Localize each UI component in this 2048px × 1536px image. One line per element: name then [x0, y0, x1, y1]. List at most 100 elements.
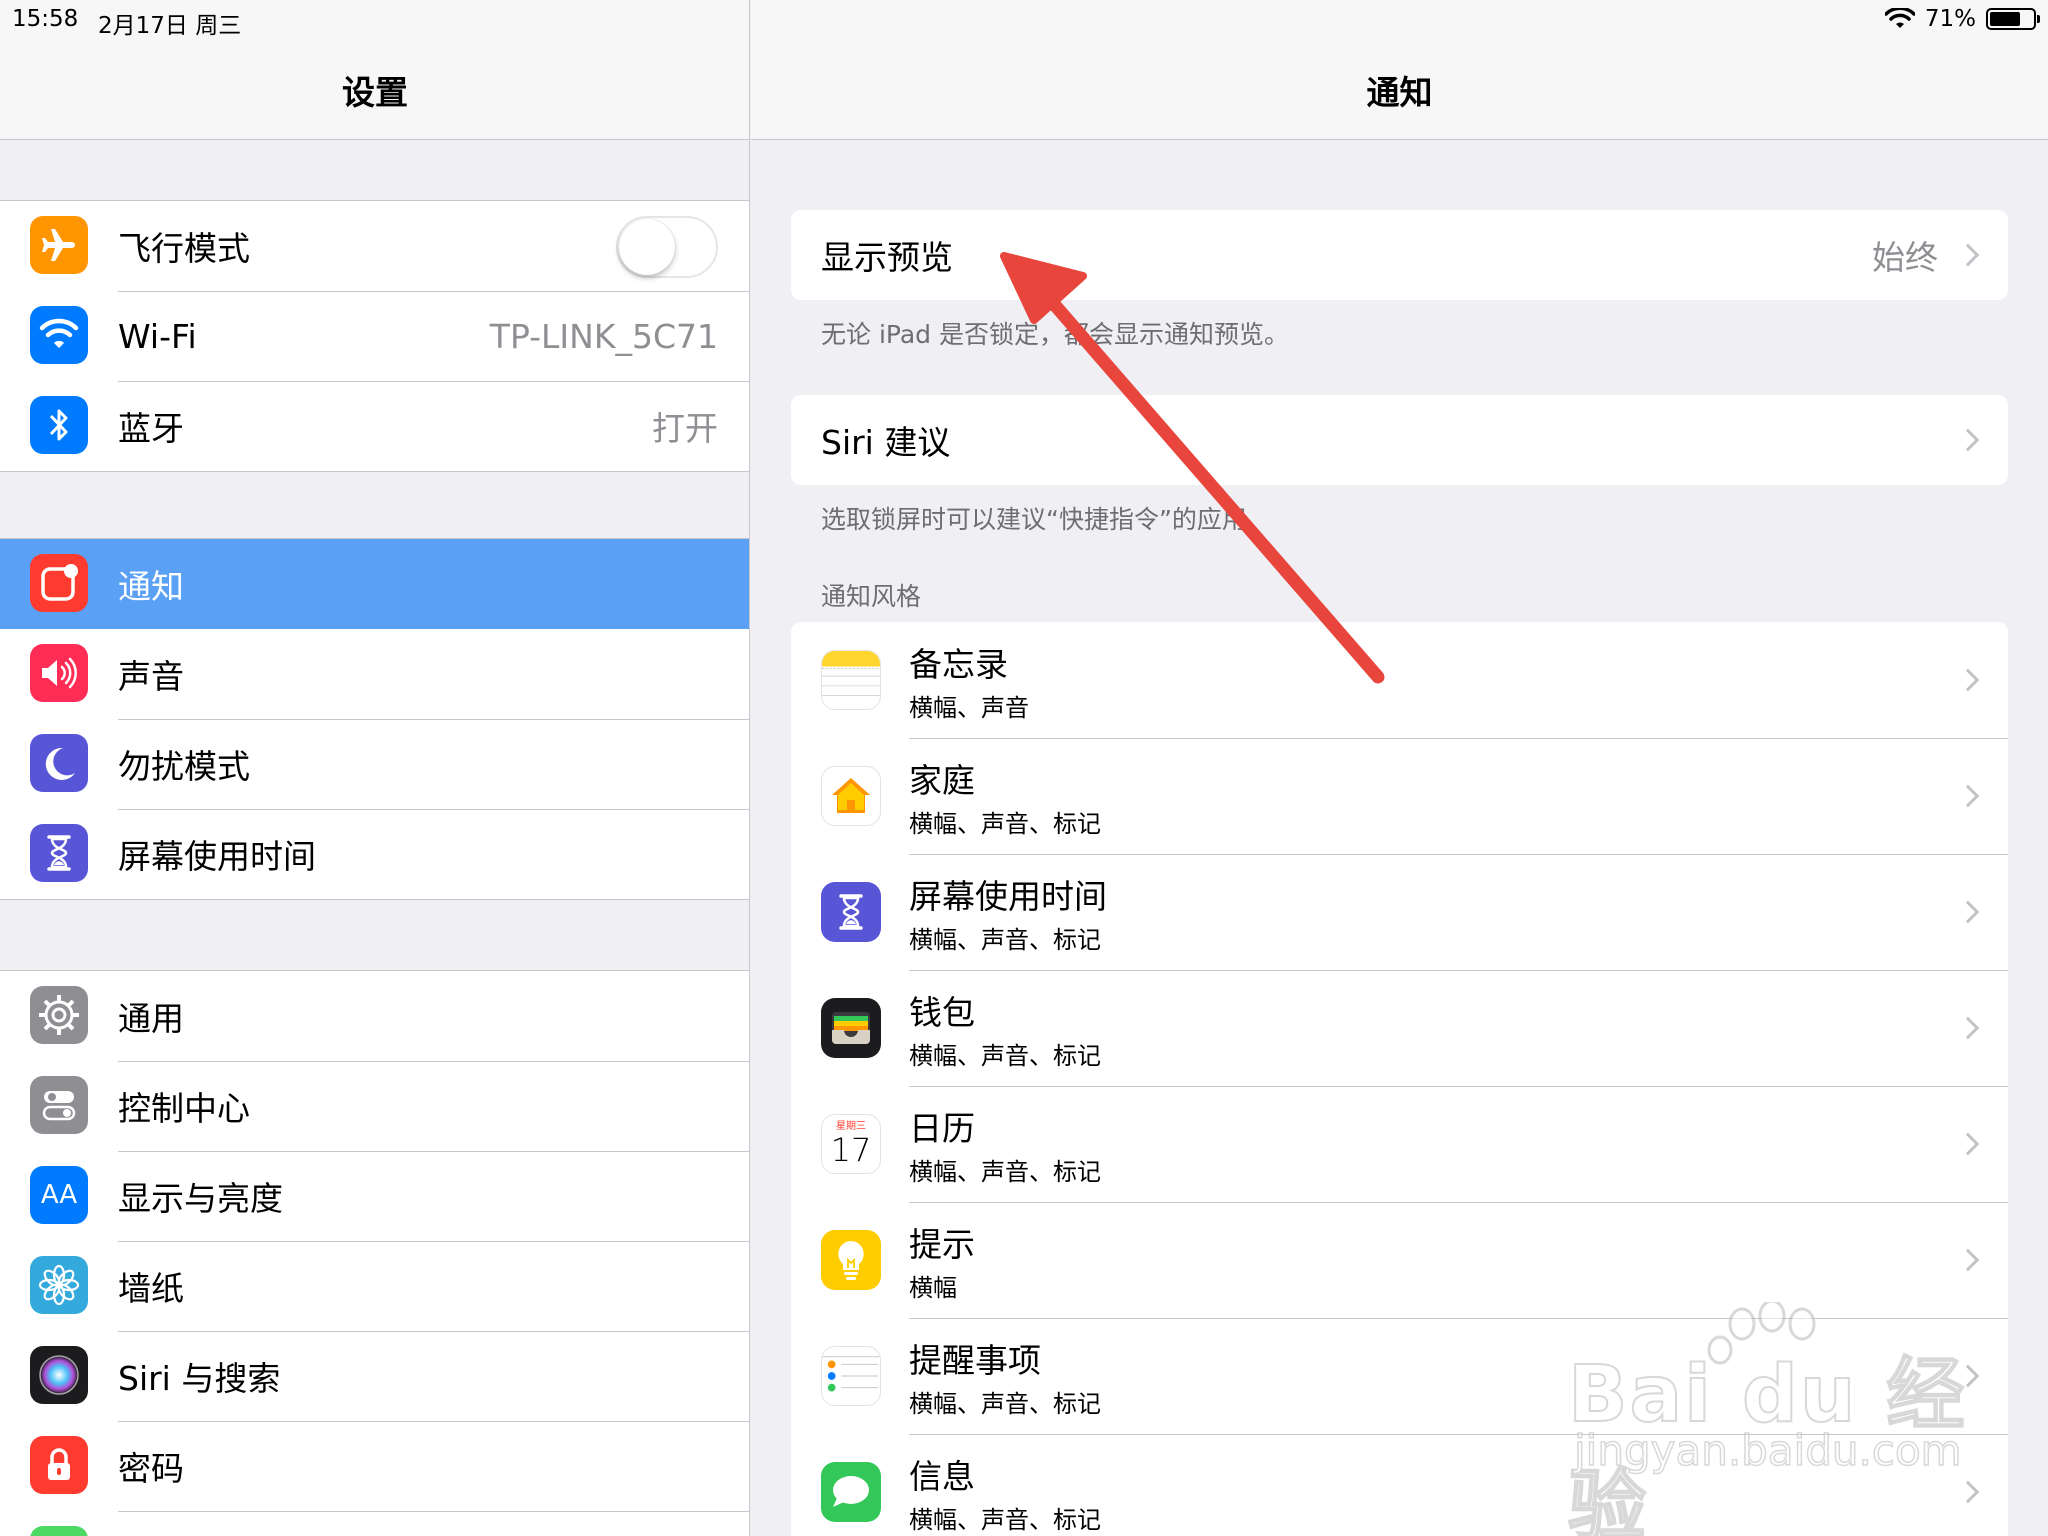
- app-alert-style: 横幅、声音、标记: [909, 926, 1101, 954]
- bluetooth-status: 打开: [652, 409, 718, 448]
- baidu-watermark: Bai du 经验 jingyan.baidu.com: [1560, 1302, 2000, 1536]
- sidebar-item-sounds[interactable]: 声音: [0, 629, 749, 719]
- status-right: 71%: [1884, 6, 2040, 32]
- airplane-icon: [30, 216, 88, 274]
- status-time: 15:58: [12, 6, 79, 32]
- sidebar-group-connectivity: 飞行模式 Wi-Fi TP-LINK_5C71 蓝牙 打开: [0, 200, 749, 472]
- show-preview-card: 显示预览 始终: [791, 210, 2008, 300]
- settings-sidebar: 设置 飞行模式 Wi-Fi TP-LINK_5C71 蓝牙 打开 通知 声音 勿…: [0, 0, 750, 1536]
- airplane-mode-toggle[interactable]: [616, 216, 718, 278]
- chevron-right-icon: [1956, 668, 1980, 692]
- sidebar-title: 设置: [342, 73, 408, 112]
- app-alert-style: 横幅、声音、标记: [909, 810, 1101, 838]
- siri-icon: [30, 1346, 88, 1404]
- hourglass-icon: [30, 824, 88, 882]
- partial-app-icon: [30, 1526, 88, 1536]
- sidebar-item-label: 通知: [118, 567, 184, 606]
- chevron-right-icon: [1956, 243, 1980, 267]
- app-row-notes[interactable]: 备忘录 横幅、声音: [791, 622, 2008, 738]
- show-preview-value: 始终: [1872, 238, 1938, 277]
- lock-icon: [30, 1436, 88, 1494]
- watermark-url: jingyan.baidu.com: [1573, 1425, 1962, 1476]
- show-preview-label: 显示预览: [821, 238, 953, 277]
- sidebar-item-passcode[interactable]: 密码: [0, 1421, 749, 1511]
- sidebar-item-screen-time[interactable]: 屏幕使用时间: [0, 809, 749, 899]
- chevron-right-icon: [1956, 1132, 1980, 1156]
- app-row-home[interactable]: 家庭 横幅、声音、标记: [791, 738, 2008, 854]
- siri-suggestions-row[interactable]: Siri 建议: [791, 395, 2008, 485]
- app-row-tips[interactable]: 提示 横幅: [791, 1202, 2008, 1318]
- screen-time-icon: [821, 882, 881, 942]
- chevron-right-icon: [1956, 900, 1980, 924]
- tips-icon: [821, 1230, 881, 1290]
- sidebar-item-label: 飞行模式: [118, 229, 250, 268]
- app-alert-style: 横幅、声音、标记: [909, 1390, 1101, 1418]
- sidebar-item-bluetooth[interactable]: 蓝牙 打开: [0, 381, 749, 471]
- app-name: 日历: [909, 1109, 975, 1148]
- wallet-icon: [821, 998, 881, 1058]
- app-name: 钱包: [909, 993, 975, 1032]
- wifi-icon: [30, 306, 88, 364]
- reminders-icon: [821, 1346, 881, 1406]
- sidebar-item-do-not-disturb[interactable]: 勿扰模式: [0, 719, 749, 809]
- app-name: 提示: [909, 1225, 975, 1264]
- messages-icon: [821, 1462, 881, 1522]
- app-name: 家庭: [909, 761, 975, 800]
- sidebar-item-label: 蓝牙: [118, 409, 184, 448]
- sidebar-item-label: 墙纸: [118, 1269, 184, 1308]
- app-name: 备忘录: [909, 645, 1008, 684]
- app-row-screen-time[interactable]: 屏幕使用时间 横幅、声音、标记: [791, 854, 2008, 970]
- show-preview-row[interactable]: 显示预览 始终: [791, 210, 2008, 300]
- sidebar-item-label: 密码: [118, 1449, 184, 1488]
- app-name: 提醒事项: [909, 1341, 1041, 1380]
- chevron-right-icon: [1956, 428, 1980, 452]
- notifications-icon: [30, 554, 88, 612]
- battery-percent: 71%: [1924, 6, 1976, 32]
- sidebar-item-wallpaper[interactable]: 墙纸: [0, 1241, 749, 1331]
- sidebar-item-label: Wi-Fi: [118, 316, 197, 356]
- sidebar-item-general[interactable]: 通用: [0, 971, 749, 1061]
- moon-icon: [30, 734, 88, 792]
- app-alert-style: 横幅、声音、标记: [909, 1506, 1101, 1534]
- app-row-calendar[interactable]: 星期三 17 日历 横幅、声音、标记: [791, 1086, 2008, 1202]
- status-bar: 15:58 2月17日 周三 71%: [0, 0, 2048, 40]
- sidebar-group-notifications: 通知 声音 勿扰模式 屏幕使用时间: [0, 538, 749, 900]
- chevron-right-icon: [1956, 784, 1980, 808]
- sidebar-item-label: Siri 与搜索: [118, 1359, 281, 1398]
- sidebar-item-label: 屏幕使用时间: [118, 837, 316, 876]
- wifi-signal-icon: [1884, 8, 1915, 28]
- sidebar-item-label: 通用: [118, 999, 184, 1038]
- sidebar-group-general: 通用 控制中心 AA 显示与亮度 墙纸 Siri 与搜索 密码: [0, 970, 749, 1536]
- detail-title: 通知: [1366, 73, 1433, 112]
- sidebar-item-label: 勿扰模式: [118, 747, 250, 786]
- siri-suggestions-card: Siri 建议: [791, 395, 2008, 485]
- battery-icon: [1986, 8, 2040, 30]
- sidebar-item-siri-search[interactable]: Siri 与搜索: [0, 1331, 749, 1421]
- sound-icon: [30, 644, 88, 702]
- sidebar-item-partial[interactable]: [0, 1511, 749, 1536]
- sidebar-item-display-brightness[interactable]: AA 显示与亮度: [0, 1151, 749, 1241]
- app-alert-style: 横幅、声音: [909, 694, 1029, 722]
- sidebar-item-wifi[interactable]: Wi-Fi TP-LINK_5C71: [0, 291, 749, 381]
- sidebar-item-label: 控制中心: [118, 1089, 250, 1128]
- chevron-right-icon: [1956, 1016, 1980, 1040]
- siri-suggestions-note: 选取锁屏时可以建议“快捷指令”的应用: [821, 505, 1247, 534]
- app-row-wallet[interactable]: 钱包 横幅、声音、标记: [791, 970, 2008, 1086]
- gear-icon: [30, 986, 88, 1044]
- show-preview-note: 无论 iPad 是否锁定，都会显示通知预览。: [821, 320, 1289, 349]
- calendar-icon: 星期三 17: [821, 1114, 881, 1174]
- sidebar-item-notifications[interactable]: 通知: [0, 539, 749, 629]
- sidebar-item-airplane-mode[interactable]: 飞行模式: [0, 201, 749, 291]
- app-name: 屏幕使用时间: [909, 877, 1107, 916]
- calendar-day: 17: [830, 1131, 872, 1169]
- notes-icon: [821, 650, 881, 710]
- chevron-right-icon: [1956, 1248, 1980, 1272]
- switches-icon: [30, 1076, 88, 1134]
- siri-suggestions-label: Siri 建议: [821, 423, 951, 462]
- flower-icon: [30, 1256, 88, 1314]
- app-alert-style: 横幅、声音、标记: [909, 1158, 1101, 1186]
- sidebar-item-label: 声音: [118, 657, 184, 696]
- status-date: 2月17日 周三: [98, 13, 242, 39]
- bluetooth-icon: [30, 396, 88, 454]
- sidebar-item-control-center[interactable]: 控制中心: [0, 1061, 749, 1151]
